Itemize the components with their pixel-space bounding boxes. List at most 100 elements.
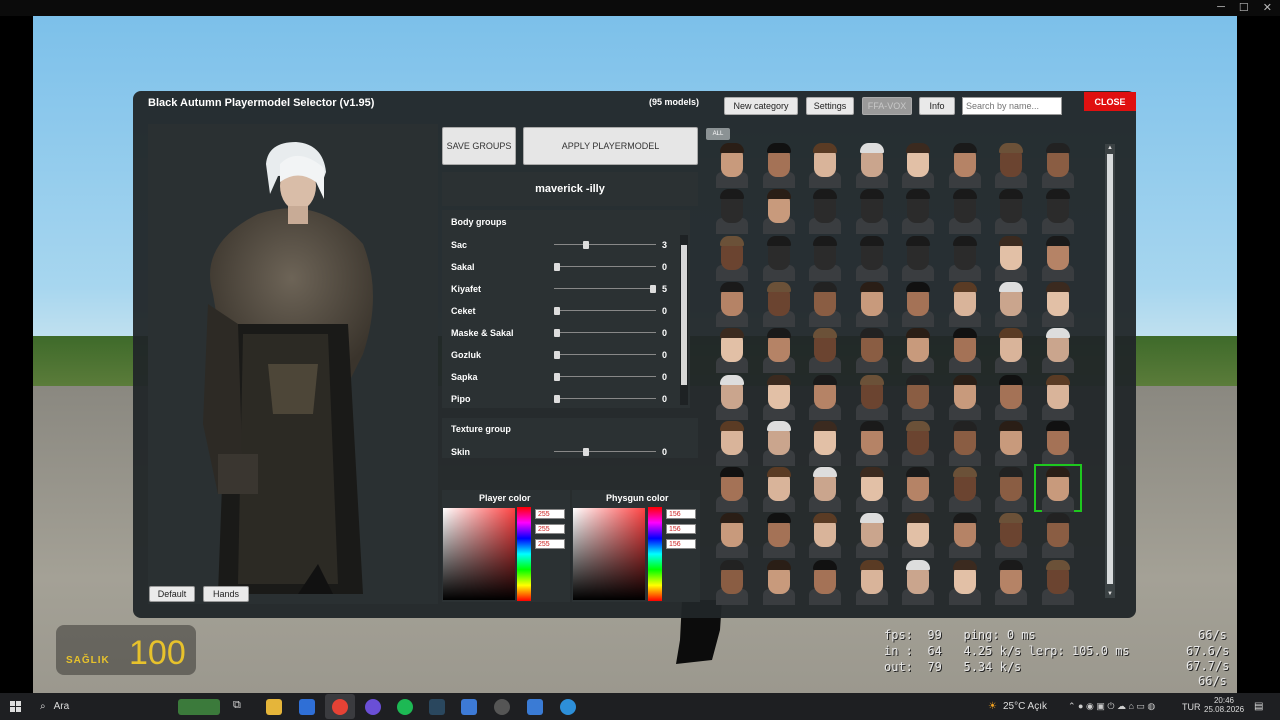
slider-knob[interactable] — [554, 373, 560, 381]
body-group-slider[interactable] — [554, 285, 656, 293]
spotify-icon[interactable] — [397, 699, 413, 715]
model-icon[interactable] — [989, 142, 1033, 188]
model-icon[interactable] — [989, 512, 1033, 559]
model-icon[interactable] — [1036, 235, 1080, 281]
info-button[interactable]: Info — [919, 97, 955, 115]
model-icon[interactable] — [710, 188, 754, 235]
physgun-color-hue-bar[interactable] — [648, 507, 662, 601]
model-icon[interactable] — [757, 466, 801, 513]
obs-icon[interactable] — [494, 699, 510, 715]
slider-knob[interactable] — [582, 241, 589, 249]
model-icon[interactable] — [757, 235, 801, 281]
clock[interactable]: 20:46 25.08.2026 — [1204, 696, 1244, 714]
model-icon[interactable] — [1036, 142, 1080, 188]
body-group-slider[interactable] — [554, 241, 656, 249]
settings-button[interactable]: Settings — [806, 97, 854, 115]
task-view-icon[interactable]: ⧉ — [233, 699, 249, 715]
tray-icons[interactable]: ⌃ ● ◉ ▣ ⏻ ☁ ⌂ ▭ ◍ — [1068, 693, 1155, 720]
model-icon[interactable] — [1036, 420, 1080, 466]
model-icon[interactable] — [850, 559, 894, 605]
search-highlight-icon[interactable] — [178, 699, 220, 715]
model-icon[interactable] — [896, 559, 940, 605]
apply-playermodel-button[interactable]: APPLY PLAYERMODEL — [523, 127, 698, 165]
model-icon[interactable] — [803, 281, 847, 327]
model-icon[interactable] — [710, 327, 754, 374]
model-icon[interactable] — [850, 466, 894, 513]
gmod-icon[interactable] — [527, 699, 543, 715]
skin-slider-knob[interactable] — [582, 448, 589, 456]
model-icon[interactable] — [943, 420, 987, 466]
model-icon[interactable] — [896, 420, 940, 466]
slider-knob[interactable] — [554, 351, 560, 359]
model-icon[interactable] — [989, 327, 1033, 374]
model-icon[interactable] — [757, 188, 801, 235]
model-icon[interactable] — [896, 327, 940, 374]
weather-widget[interactable]: ☀ 25°C Açık — [988, 693, 1047, 720]
model-icon[interactable] — [757, 374, 801, 420]
chrome-icon[interactable] — [332, 699, 348, 715]
minimize-icon[interactable]: ─ — [1217, 1, 1225, 14]
model-icon[interactable] — [896, 466, 940, 513]
model-icon[interactable] — [757, 281, 801, 327]
model-icon[interactable] — [896, 188, 940, 235]
body-groups-scroll-thumb[interactable] — [681, 245, 687, 385]
model-icon[interactable] — [943, 512, 987, 559]
model-icon[interactable] — [757, 420, 801, 466]
model-icon[interactable] — [710, 374, 754, 420]
model-icon[interactable] — [710, 420, 754, 466]
model-icon[interactable] — [1036, 374, 1080, 420]
model-icon[interactable] — [757, 327, 801, 374]
body-group-slider[interactable] — [554, 307, 656, 315]
physgun-color-r-field[interactable]: 156 — [666, 509, 696, 519]
model-icon[interactable] — [989, 235, 1033, 281]
body-group-slider[interactable] — [554, 395, 656, 403]
taskbar-search[interactable]: ⌕ Ara — [40, 693, 69, 720]
file-explorer-icon[interactable] — [266, 699, 282, 715]
language-indicator[interactable]: TUR — [1182, 693, 1201, 720]
model-icon[interactable] — [1036, 559, 1080, 605]
model-icon[interactable] — [943, 281, 987, 327]
model-icon[interactable] — [943, 142, 987, 188]
model-icon[interactable] — [1036, 327, 1080, 374]
physgun-color-b-field[interactable]: 156 — [666, 539, 696, 549]
model-icon[interactable] — [989, 281, 1033, 327]
app-icon-blue[interactable] — [461, 699, 477, 715]
model-icon[interactable] — [989, 374, 1033, 420]
model-icon[interactable] — [803, 374, 847, 420]
model-icon[interactable] — [710, 559, 754, 605]
scroll-down-icon[interactable]: ▼ — [1106, 590, 1114, 598]
model-icon[interactable] — [896, 235, 940, 281]
model-icon[interactable] — [803, 327, 847, 374]
model-icon[interactable] — [757, 142, 801, 188]
model-icon[interactable] — [896, 512, 940, 559]
model-icon[interactable] — [989, 559, 1033, 605]
model-icon[interactable] — [710, 142, 754, 188]
slider-knob[interactable] — [554, 263, 560, 271]
calculator-icon[interactable] — [299, 699, 315, 715]
model-icon[interactable] — [943, 188, 987, 235]
hands-button[interactable]: Hands — [203, 586, 249, 602]
model-icon[interactable] — [896, 281, 940, 327]
steam-icon[interactable] — [429, 699, 445, 715]
model-icon[interactable] — [943, 327, 987, 374]
model-icon[interactable] — [850, 374, 894, 420]
model-icon[interactable] — [710, 512, 754, 559]
discord-icon[interactable] — [365, 699, 381, 715]
maximize-icon[interactable]: ☐ — [1239, 1, 1249, 14]
body-group-slider[interactable] — [554, 351, 656, 359]
model-icon[interactable] — [710, 466, 754, 513]
player-color-hue-bar[interactable] — [517, 507, 531, 601]
model-icon[interactable] — [803, 466, 847, 513]
model-preview[interactable] — [148, 124, 438, 604]
model-icon[interactable] — [710, 235, 754, 281]
model-icon[interactable] — [850, 512, 894, 559]
model-icon[interactable] — [850, 235, 894, 281]
body-groups-scrollbar[interactable] — [680, 235, 688, 405]
new-category-button[interactable]: New category — [724, 97, 798, 115]
model-icon[interactable] — [850, 281, 894, 327]
all-category-tab[interactable]: ALL — [706, 128, 730, 140]
model-icon[interactable] — [989, 188, 1033, 235]
body-group-slider[interactable] — [554, 329, 656, 337]
app-icon-circle[interactable] — [560, 699, 576, 715]
model-icon[interactable] — [943, 374, 987, 420]
